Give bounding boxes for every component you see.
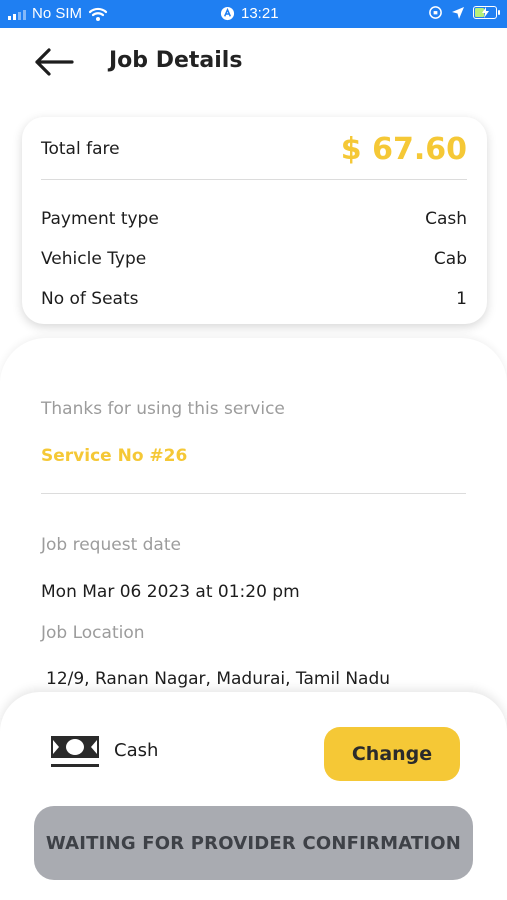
payment-method-label: Cash <box>114 740 159 761</box>
cash-icon <box>51 736 99 767</box>
status-right <box>428 5 500 20</box>
job-location-label: Job Location <box>41 623 145 643</box>
payment-panel: Cash Change WAITING FOR PROVIDER CONFIRM… <box>0 692 507 900</box>
total-fare-row: Total fare $ 67.60 <box>41 129 467 169</box>
wifi-icon <box>88 7 108 21</box>
battery-icon <box>473 6 500 19</box>
job-request-date-label: Job request date <box>41 535 181 555</box>
seats-label: No of Seats <box>41 289 139 309</box>
back-button[interactable] <box>32 44 76 80</box>
status-center: 13:21 <box>220 5 279 22</box>
carrier-label: No SIM <box>32 5 83 22</box>
location-arrow-icon <box>452 6 464 19</box>
card-divider <box>41 179 467 180</box>
job-request-date-value: Mon Mar 06 2023 at 01:20 pm <box>41 582 300 602</box>
service-number: Service No #26 <box>41 446 188 466</box>
sheet-divider <box>41 493 466 494</box>
app-header: Job Details <box>0 28 507 96</box>
signal-icon <box>8 8 26 20</box>
fare-summary-card: Total fare $ 67.60 Payment type Cash Veh… <box>22 117 487 324</box>
job-location-value: 12/9, Ranan Nagar, Madurai, Tamil Nadu <box>46 669 391 689</box>
orientation-lock-icon <box>429 6 442 19</box>
thanks-text: Thanks for using this service <box>41 399 285 419</box>
vehicle-type-label: Vehicle Type <box>41 249 147 269</box>
change-payment-button[interactable]: Change <box>324 727 460 781</box>
clock: 13:21 <box>241 5 279 22</box>
payment-type-row: Payment type Cash <box>41 209 467 229</box>
payment-type-value: Cash <box>425 209 467 229</box>
total-fare-label: Total fare <box>41 139 120 159</box>
vehicle-type-row: Vehicle Type Cab <box>41 249 467 269</box>
screen-lock-icon <box>220 6 235 21</box>
total-fare-value: $ 67.60 <box>340 131 467 167</box>
page-title: Job Details <box>109 48 243 73</box>
seats-row: No of Seats 1 <box>41 289 467 309</box>
payment-type-label: Payment type <box>41 209 159 229</box>
status-left: No SIM <box>8 5 108 22</box>
arrow-left-icon <box>35 48 74 76</box>
waiting-confirmation-button: WAITING FOR PROVIDER CONFIRMATION <box>34 806 473 880</box>
seats-value: 1 <box>456 289 467 309</box>
status-bar: No SIM 13:21 <box>0 0 507 28</box>
job-details-sheet: Thanks for using this service Service No… <box>0 338 507 718</box>
vehicle-type-value: Cab <box>433 249 467 269</box>
